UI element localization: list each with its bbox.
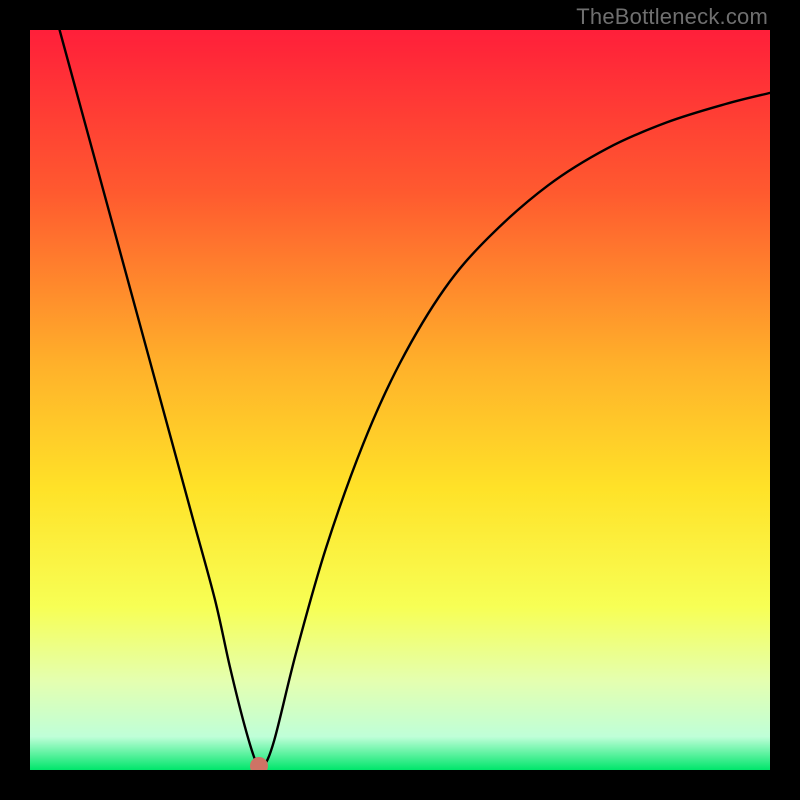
- watermark-text: TheBottleneck.com: [576, 4, 768, 30]
- bottleneck-curve: [30, 30, 770, 770]
- optimal-point-marker: [250, 757, 268, 770]
- plot-area: [30, 30, 770, 770]
- chart-frame: TheBottleneck.com: [0, 0, 800, 800]
